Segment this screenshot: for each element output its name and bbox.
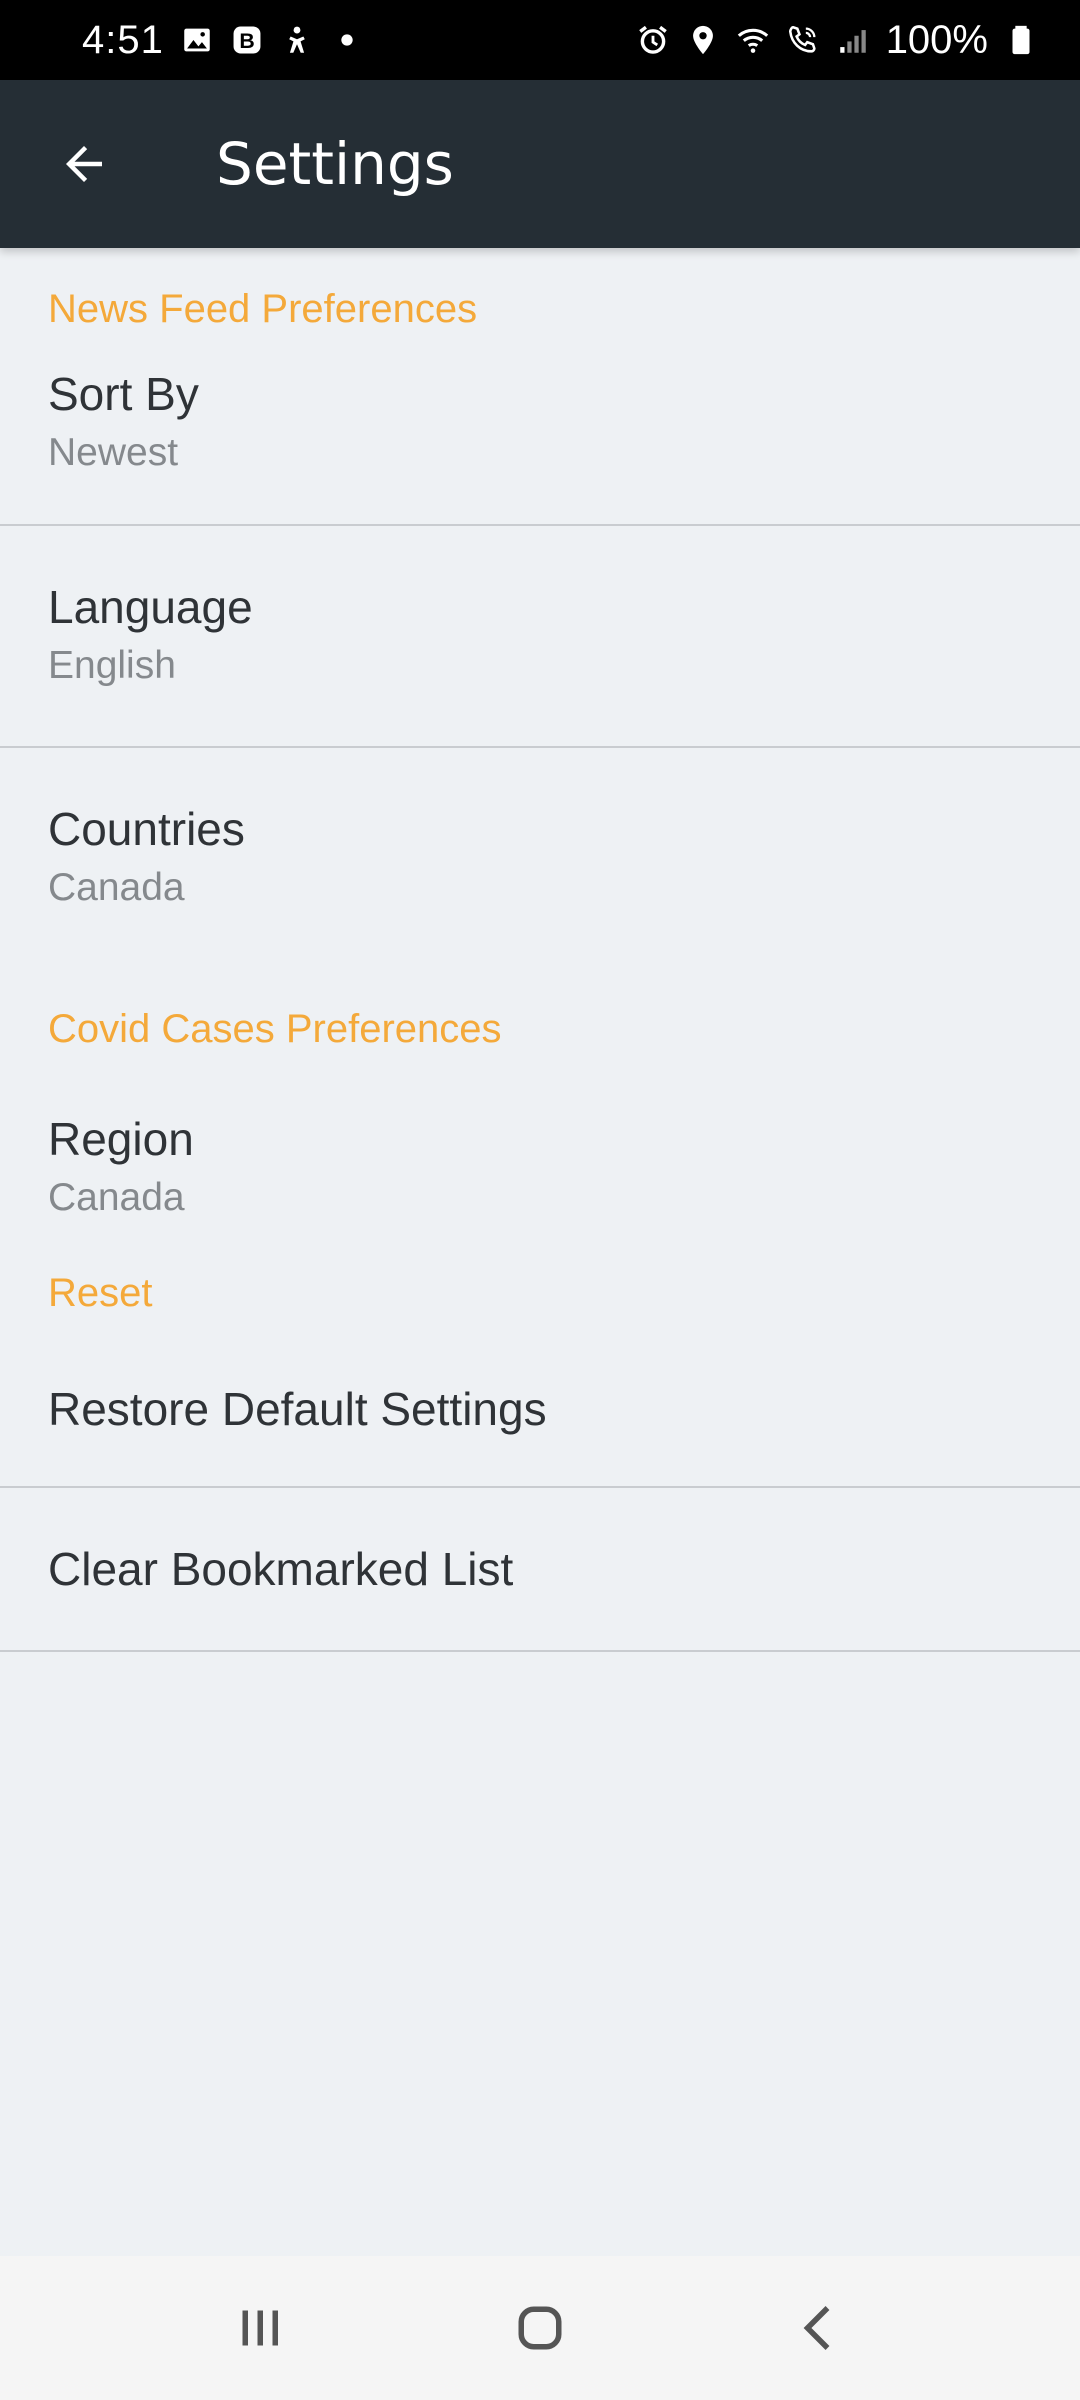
page-title: Settings [216, 130, 454, 198]
system-back-button[interactable] [760, 2268, 880, 2388]
pref-title: Region [48, 1113, 194, 1165]
b-app-icon: B [230, 23, 264, 57]
dot-icon [330, 23, 364, 57]
pref-summary: English [48, 644, 176, 687]
gallery-icon [180, 23, 214, 57]
settings-list: News Feed Preferences Sort By Newest Lan… [0, 248, 1080, 1652]
wifi-icon [736, 23, 770, 57]
home-button[interactable] [480, 2268, 600, 2388]
pref-language[interactable]: Language English [0, 526, 1080, 746]
home-icon [518, 2306, 562, 2350]
pref-title: Countries [48, 803, 245, 855]
accessibility-icon [280, 23, 314, 57]
pref-title: Language [48, 581, 253, 633]
alarm-icon [636, 23, 670, 57]
status-right: 100% [636, 18, 1038, 63]
pref-countries[interactable]: Countries Canada [0, 748, 1080, 968]
back-chevron-icon [803, 2306, 830, 2350]
pref-region[interactable]: Region Canada [0, 1068, 1080, 1268]
location-icon [686, 23, 720, 57]
recent-apps-icon [242, 2310, 278, 2346]
pref-title: Clear Bookmarked List [48, 1543, 514, 1595]
pref-summary: Canada [48, 866, 185, 909]
pref-title: Restore Default Settings [48, 1383, 547, 1435]
status-bar: 4:51 B 100% [0, 0, 1080, 80]
pref-summary: Canada [48, 1176, 185, 1219]
pref-restore-defaults[interactable]: Restore Default Settings [0, 1332, 1080, 1486]
battery-percent: 100% [885, 17, 988, 62]
back-button[interactable] [24, 104, 144, 224]
battery-icon [1004, 23, 1038, 57]
pref-title: Sort By [48, 368, 199, 420]
arrow-back-icon [66, 146, 102, 182]
section-header-reset: Reset [48, 1271, 153, 1315]
pref-clear-bookmarks[interactable]: Clear Bookmarked List [0, 1488, 1080, 1650]
signal-icon [836, 23, 870, 57]
app-bar: Settings [0, 80, 1080, 248]
section-header-news-feed: News Feed Preferences [48, 287, 478, 331]
wifi-call-icon [786, 23, 820, 57]
divider [0, 1650, 1080, 1652]
recent-apps-button[interactable] [200, 2268, 320, 2388]
system-nav-bar [0, 2256, 1080, 2400]
svg-text:B: B [239, 29, 254, 53]
pref-sort-by[interactable]: Sort By Newest [0, 348, 1080, 524]
section-header-covid: Covid Cases Preferences [48, 1007, 502, 1051]
pref-summary: Newest [48, 431, 179, 474]
status-time: 4:51 [82, 17, 164, 62]
status-left: 4:51 B [82, 18, 364, 63]
